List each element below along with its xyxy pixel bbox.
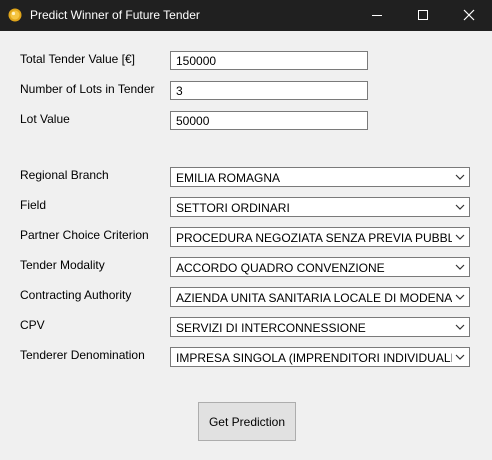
close-button[interactable] <box>446 0 492 31</box>
chevron-down-icon <box>455 324 465 330</box>
tenderer-denomination-label: Tenderer Denomination <box>20 348 145 362</box>
minimize-button[interactable] <box>354 0 400 31</box>
chevron-down-icon <box>455 234 465 240</box>
window-title: Predict Winner of Future Tender <box>30 8 200 22</box>
tenderer-denomination-select[interactable]: IMPRESA SINGOLA (IMPRENDITORI INDIVIDUAL… <box>170 347 470 367</box>
field-value: SETTORI ORDINARI <box>176 201 290 215</box>
number-of-lots-label: Number of Lots in Tender <box>20 82 155 96</box>
partner-choice-criterion-label: Partner Choice Criterion <box>20 228 149 242</box>
tender-modality-value: ACCORDO QUADRO CONVENZIONE <box>176 261 385 275</box>
chevron-down-icon <box>455 204 465 210</box>
regional-branch-label: Regional Branch <box>20 168 109 182</box>
tender-modality-label: Tender Modality <box>20 258 105 272</box>
cpv-label: CPV <box>20 318 45 332</box>
total-tender-value-input[interactable]: 150000 <box>170 51 368 70</box>
maximize-icon <box>418 10 428 20</box>
contracting-authority-value: AZIENDA UNITA SANITARIA LOCALE DI MODENA <box>176 291 452 305</box>
app-icon <box>8 8 22 22</box>
total-tender-value-label: Total Tender Value [€] <box>20 52 135 66</box>
maximize-button[interactable] <box>400 0 446 31</box>
regional-branch-value: EMILIA ROMAGNA <box>176 171 281 185</box>
minimize-icon <box>372 15 382 16</box>
chevron-down-icon <box>455 174 465 180</box>
title-bar: Predict Winner of Future Tender <box>0 0 492 31</box>
cpv-value: SERVIZI DI INTERCONNESSIONE <box>176 321 366 335</box>
chevron-down-icon <box>455 354 465 360</box>
regional-branch-select[interactable]: EMILIA ROMAGNA <box>170 167 470 187</box>
cpv-select[interactable]: SERVIZI DI INTERCONNESSIONE <box>170 317 470 337</box>
chevron-down-icon <box>455 264 465 270</box>
contracting-authority-label: Contracting Authority <box>20 288 132 302</box>
partner-choice-criterion-select[interactable]: PROCEDURA NEGOZIATA SENZA PREVIA PUBBLIC… <box>170 227 470 247</box>
partner-choice-criterion-value: PROCEDURA NEGOZIATA SENZA PREVIA PUBBLIC… <box>176 231 452 245</box>
lot-value-label: Lot Value <box>20 112 70 126</box>
tenderer-denomination-value: IMPRESA SINGOLA (IMPRENDITORI INDIVIDUAL… <box>176 351 452 365</box>
close-icon <box>463 9 475 21</box>
tender-modality-select[interactable]: ACCORDO QUADRO CONVENZIONE <box>170 257 470 277</box>
lot-value-input[interactable]: 50000 <box>170 111 368 130</box>
get-prediction-button[interactable]: Get Prediction <box>198 402 296 441</box>
field-label: Field <box>20 198 47 212</box>
chevron-down-icon <box>455 294 465 300</box>
number-of-lots-input[interactable]: 3 <box>170 81 368 100</box>
field-select[interactable]: SETTORI ORDINARI <box>170 197 470 217</box>
contracting-authority-select[interactable]: AZIENDA UNITA SANITARIA LOCALE DI MODENA <box>170 287 470 307</box>
